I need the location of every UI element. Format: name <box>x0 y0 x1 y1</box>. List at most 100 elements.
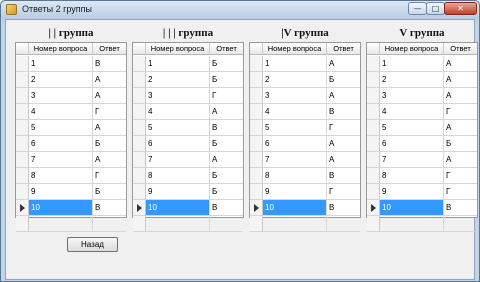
table-row[interactable]: 8Г <box>16 168 126 184</box>
cell-question-number[interactable]: 2 <box>146 72 210 88</box>
row-header[interactable] <box>133 168 146 184</box>
row-header[interactable] <box>367 72 380 88</box>
cell-answer[interactable]: Г <box>444 168 477 184</box>
column-header-answer[interactable]: Ответ <box>93 43 126 55</box>
row-header[interactable] <box>250 136 263 152</box>
cell-answer[interactable]: В <box>93 200 126 216</box>
table-row[interactable]: 2Б <box>133 72 243 88</box>
row-header[interactable] <box>16 88 29 104</box>
table-row[interactable]: 6Б <box>367 136 477 152</box>
row-header[interactable] <box>250 184 263 200</box>
table-row[interactable]: 4Г <box>16 104 126 120</box>
cell-answer[interactable]: В <box>327 200 360 216</box>
row-header[interactable] <box>250 104 263 120</box>
table-row[interactable]: 7А <box>133 152 243 168</box>
table-row[interactable]: 6А <box>250 136 360 152</box>
row-header[interactable] <box>16 216 29 232</box>
row-header[interactable] <box>250 200 263 216</box>
cell-question-number[interactable]: 5 <box>263 120 327 136</box>
row-header[interactable] <box>133 72 146 88</box>
cell-question-number[interactable]: 6 <box>29 136 93 152</box>
table-row[interactable]: 3А <box>16 88 126 104</box>
cell-question-number[interactable]: 7 <box>380 152 444 168</box>
row-header[interactable] <box>133 136 146 152</box>
cell-answer[interactable]: Б <box>327 72 360 88</box>
cell-question-number[interactable]: 4 <box>263 104 327 120</box>
table-row[interactable]: 6Б <box>16 136 126 152</box>
cell-question-number[interactable]: 2 <box>380 72 444 88</box>
column-header-question[interactable]: Номер вопроса <box>380 43 444 55</box>
table-row[interactable]: 5А <box>16 120 126 136</box>
row-header[interactable] <box>250 88 263 104</box>
row-header[interactable] <box>16 184 29 200</box>
row-header[interactable] <box>133 120 146 136</box>
maximize-button[interactable]: □ <box>426 2 445 15</box>
cell-answer[interactable]: Б <box>210 184 243 200</box>
row-header[interactable] <box>16 72 29 88</box>
cell-question-number[interactable] <box>146 216 210 232</box>
cell-answer[interactable]: А <box>327 152 360 168</box>
table-row[interactable]: 4В <box>250 104 360 120</box>
cell-question-number[interactable] <box>380 216 444 232</box>
cell-answer[interactable] <box>327 216 360 232</box>
cell-answer[interactable]: В <box>93 56 126 72</box>
row-header[interactable] <box>16 136 29 152</box>
table-row[interactable]: 1А <box>367 56 477 72</box>
cell-question-number[interactable]: 8 <box>263 168 327 184</box>
cell-question-number[interactable]: 7 <box>263 152 327 168</box>
cell-question-number[interactable]: 8 <box>146 168 210 184</box>
cell-answer[interactable]: А <box>93 88 126 104</box>
table-row[interactable] <box>16 216 126 232</box>
cell-question-number[interactable]: 8 <box>380 168 444 184</box>
row-header[interactable] <box>367 136 380 152</box>
cell-answer[interactable]: В <box>327 168 360 184</box>
cell-answer[interactable]: Б <box>444 136 477 152</box>
row-header[interactable] <box>16 120 29 136</box>
row-header[interactable] <box>133 104 146 120</box>
title-bar[interactable]: Ответы 2 группы — □ ✕ <box>1 1 479 19</box>
row-header[interactable] <box>250 72 263 88</box>
cell-answer[interactable] <box>444 216 477 232</box>
cell-answer[interactable]: А <box>444 72 477 88</box>
row-header[interactable] <box>367 200 380 216</box>
cell-question-number[interactable]: 9 <box>146 184 210 200</box>
cell-answer[interactable]: Б <box>93 136 126 152</box>
table-row[interactable]: 3А <box>367 88 477 104</box>
row-header[interactable] <box>367 56 380 72</box>
row-header[interactable] <box>133 152 146 168</box>
cell-answer[interactable]: Г <box>444 184 477 200</box>
cell-answer[interactable]: А <box>444 120 477 136</box>
cell-answer[interactable]: А <box>210 104 243 120</box>
row-header[interactable] <box>367 168 380 184</box>
cell-question-number[interactable]: 1 <box>146 56 210 72</box>
cell-answer[interactable]: Б <box>210 168 243 184</box>
cell-answer[interactable]: В <box>210 200 243 216</box>
table-row[interactable]: 10 В <box>250 200 360 216</box>
table-row[interactable]: 8Г <box>367 168 477 184</box>
row-header[interactable] <box>367 120 380 136</box>
table-row[interactable] <box>367 216 477 232</box>
cell-answer[interactable]: А <box>444 152 477 168</box>
table-row[interactable]: 7А <box>367 152 477 168</box>
table-row[interactable] <box>133 216 243 232</box>
cell-answer[interactable]: Г <box>327 184 360 200</box>
table-row[interactable]: 3Г <box>133 88 243 104</box>
table-row[interactable]: 6Б <box>133 136 243 152</box>
table-row[interactable]: 5Г <box>250 120 360 136</box>
cell-question-number[interactable]: 6 <box>380 136 444 152</box>
cell-answer[interactable]: Г <box>93 168 126 184</box>
cell-question-number[interactable]: 4 <box>29 104 93 120</box>
cell-question-number[interactable]: 5 <box>29 120 93 136</box>
cell-question-number[interactable]: 5 <box>146 120 210 136</box>
table-row[interactable]: 1Б <box>133 56 243 72</box>
cell-question-number[interactable]: 2 <box>29 72 93 88</box>
cell-question-number[interactable]: 6 <box>146 136 210 152</box>
cell-question-number[interactable]: 9 <box>263 184 327 200</box>
row-header[interactable] <box>367 88 380 104</box>
cell-answer[interactable]: А <box>327 56 360 72</box>
column-header-question[interactable]: Номер вопроса <box>263 43 327 55</box>
cell-answer[interactable]: Б <box>210 72 243 88</box>
cell-answer[interactable]: А <box>93 120 126 136</box>
cell-answer[interactable]: Г <box>93 104 126 120</box>
cell-answer[interactable]: В <box>210 120 243 136</box>
